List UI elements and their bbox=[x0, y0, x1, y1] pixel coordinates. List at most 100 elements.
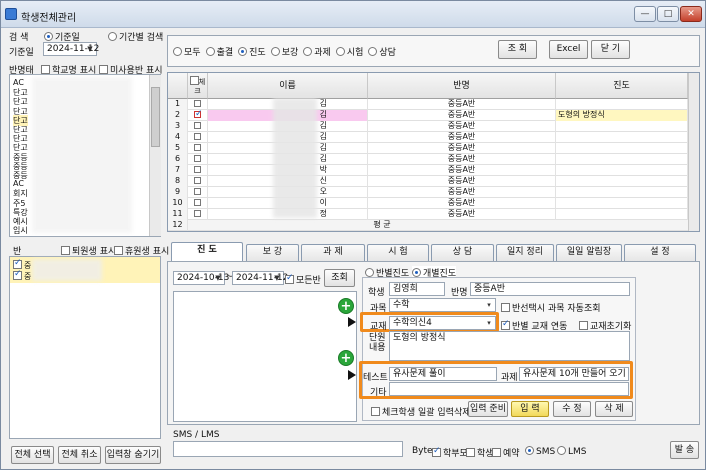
select-all-button[interactable]: 전체 선택 bbox=[11, 446, 54, 464]
tab-3[interactable]: 시 험 bbox=[367, 244, 429, 261]
progress-date-list[interactable] bbox=[173, 291, 357, 422]
class-list-scrollbar[interactable] bbox=[149, 75, 161, 236]
filter-option-radio[interactable]: 상담 bbox=[368, 47, 396, 58]
maximize-button[interactable]: □ bbox=[657, 6, 679, 22]
row-checkbox[interactable] bbox=[194, 144, 201, 151]
row-check-cell bbox=[188, 143, 208, 154]
base-date-picker[interactable]: 2024-11-12 ▼ bbox=[43, 42, 99, 56]
sms-parent-checkbox[interactable]: 학부모 bbox=[432, 446, 468, 459]
redacted-area bbox=[32, 259, 102, 281]
row-check-cell bbox=[188, 99, 208, 110]
row-checkbox[interactable] bbox=[194, 166, 201, 173]
student-field[interactable]: 김영희 bbox=[389, 282, 445, 296]
prepare-input-button[interactable]: 입력 준비 bbox=[468, 401, 508, 417]
table-row[interactable]: 4 김 중등A반 bbox=[168, 132, 688, 143]
progress-cell bbox=[556, 99, 688, 110]
tab-6[interactable]: 일일 알림장 bbox=[556, 244, 622, 261]
table-row[interactable]: 2김중등A반도형의 방정식 bbox=[168, 110, 688, 121]
table-row[interactable]: 8 신 중등A반 bbox=[168, 176, 688, 187]
hide-input-button[interactable]: 입력창 숨기기 bbox=[105, 446, 161, 464]
tab-7[interactable]: 설 정 bbox=[624, 244, 696, 261]
lms-radio[interactable]: LMS bbox=[557, 446, 587, 457]
class-cell: 중등A반 bbox=[368, 187, 556, 198]
tab-5[interactable]: 일지 정리 bbox=[496, 244, 554, 261]
class-cell: 중등A반 bbox=[368, 176, 556, 187]
class-list[interactable]: AC 단고 단고 단고 단고 단고 단고 단고 중등 중등 중등 AC 회지 주5 특강 예시 임시 bbox=[9, 74, 161, 237]
minimize-button[interactable]: — bbox=[634, 6, 656, 22]
query-button[interactable]: 조 회 bbox=[498, 40, 537, 59]
tab-0[interactable]: 진 도 bbox=[171, 242, 243, 261]
tab-1[interactable]: 보 강 bbox=[246, 244, 299, 261]
grid-vertical-scrollbar[interactable] bbox=[688, 73, 699, 231]
unit-content-field[interactable]: 도형의 방정식 bbox=[389, 331, 630, 361]
sms-message-field[interactable] bbox=[173, 441, 403, 457]
student-item-checkbox[interactable]: 중 bbox=[13, 269, 31, 282]
progress-cell bbox=[556, 143, 688, 154]
homework-field[interactable]: 유사문제 10개 만들어 오기 bbox=[519, 367, 629, 381]
class-list-item[interactable]: AC bbox=[13, 179, 24, 188]
add-plus-icon[interactable]: + bbox=[338, 350, 354, 366]
row-checkbox[interactable] bbox=[194, 100, 201, 107]
table-row[interactable]: 7 박 중등A반 bbox=[168, 165, 688, 176]
progress-cell bbox=[556, 209, 688, 220]
class-list-item[interactable]: 임시 bbox=[13, 225, 28, 236]
row-check-cell bbox=[188, 121, 208, 132]
sms-radio[interactable]: SMS bbox=[525, 446, 555, 457]
table-row[interactable]: 10 이 중등A반 bbox=[168, 198, 688, 209]
deselect-all-button[interactable]: 전체 취소 bbox=[58, 446, 101, 464]
radio-period-search[interactable]: 기간별 검색 bbox=[108, 30, 163, 43]
edit-button[interactable]: 수 정 bbox=[553, 401, 591, 417]
etc-field[interactable] bbox=[389, 382, 629, 396]
textbook-select[interactable]: 수학의신4 ▾ bbox=[389, 316, 496, 330]
date-to-picker[interactable]: 2024-11-12 ▼ bbox=[232, 271, 288, 285]
table-row[interactable]: 1 김 중등A반 bbox=[168, 99, 688, 110]
table-row[interactable]: 11 정 중등A반 bbox=[168, 209, 688, 220]
table-row[interactable]: 5 김 중등A반 bbox=[168, 143, 688, 154]
bulk-input-checkbox[interactable]: 체크학생 일괄 입력삭제 bbox=[371, 405, 471, 418]
filter-option-radio[interactable]: 출결 bbox=[205, 47, 233, 58]
all-classes-checkbox[interactable]: 모든반 bbox=[285, 273, 321, 286]
row-checkbox[interactable] bbox=[194, 188, 201, 195]
table-row[interactable]: 3 김 중등A반 bbox=[168, 121, 688, 132]
auto-query-checkbox[interactable]: 반선택시 과목 자동조회 bbox=[501, 301, 601, 314]
scroll-thumb[interactable] bbox=[151, 87, 160, 147]
student-grid[interactable]: 체크 이름 반명 진도 1김중등A반2김중등A반도형의 방정식3김중등A반4김중… bbox=[167, 72, 700, 232]
row-checkbox[interactable] bbox=[194, 210, 201, 217]
class-list-item[interactable]: AC bbox=[13, 78, 24, 87]
add-plus-icon[interactable]: + bbox=[338, 298, 354, 314]
test-field[interactable]: 유사문제 풀이 bbox=[389, 367, 497, 381]
row-checkbox[interactable] bbox=[194, 155, 201, 162]
close-button[interactable]: 닫 기 bbox=[591, 40, 630, 59]
row-checkbox[interactable] bbox=[194, 177, 201, 184]
check-column-header[interactable]: 체크 bbox=[188, 73, 208, 99]
progress-query-button[interactable]: 조회 bbox=[324, 269, 355, 287]
progress-column-header[interactable]: 진도 bbox=[556, 73, 688, 99]
student-list[interactable]: 중 중 bbox=[9, 256, 161, 439]
class-column-header[interactable]: 반명 bbox=[368, 73, 556, 99]
table-row[interactable]: 6 김 중등A반 bbox=[168, 154, 688, 165]
name-column-header[interactable]: 이름 bbox=[208, 73, 368, 99]
table-row[interactable]: 9 오 중등A반 bbox=[168, 187, 688, 198]
excel-button[interactable]: Excel bbox=[549, 40, 588, 59]
filter-option-radio[interactable]: 모두 bbox=[173, 47, 201, 58]
tab-4[interactable]: 상 담 bbox=[431, 244, 494, 261]
filter-option-radio[interactable]: 보강 bbox=[270, 47, 298, 58]
send-button[interactable]: 발 송 bbox=[670, 441, 699, 459]
close-window-button[interactable]: ✕ bbox=[680, 6, 702, 22]
date-from-picker[interactable]: 2024-10-13 ▼ bbox=[173, 271, 229, 285]
delete-button[interactable]: 삭 제 bbox=[595, 401, 633, 417]
input-button[interactable]: 입 력 bbox=[511, 401, 549, 417]
row-checkbox[interactable] bbox=[194, 133, 201, 140]
filter-option-radio[interactable]: 시험 bbox=[335, 47, 363, 58]
sms-reserve-checkbox[interactable]: 예약 bbox=[492, 446, 520, 459]
sms-student-checkbox[interactable]: 학생 bbox=[466, 446, 494, 459]
filter-option-radio[interactable]: 과제 bbox=[303, 47, 331, 58]
row-checkbox[interactable] bbox=[194, 122, 201, 129]
row-checkbox[interactable] bbox=[194, 110, 203, 119]
row-checkbox[interactable] bbox=[194, 199, 201, 206]
class-name-field[interactable]: 중등A반 bbox=[470, 282, 630, 296]
filter-option-radio[interactable]: 진도 bbox=[238, 47, 266, 58]
tab-2[interactable]: 과 제 bbox=[301, 244, 365, 261]
progress-cell bbox=[556, 132, 688, 143]
subject-select[interactable]: 수학 ▾ bbox=[389, 298, 496, 312]
